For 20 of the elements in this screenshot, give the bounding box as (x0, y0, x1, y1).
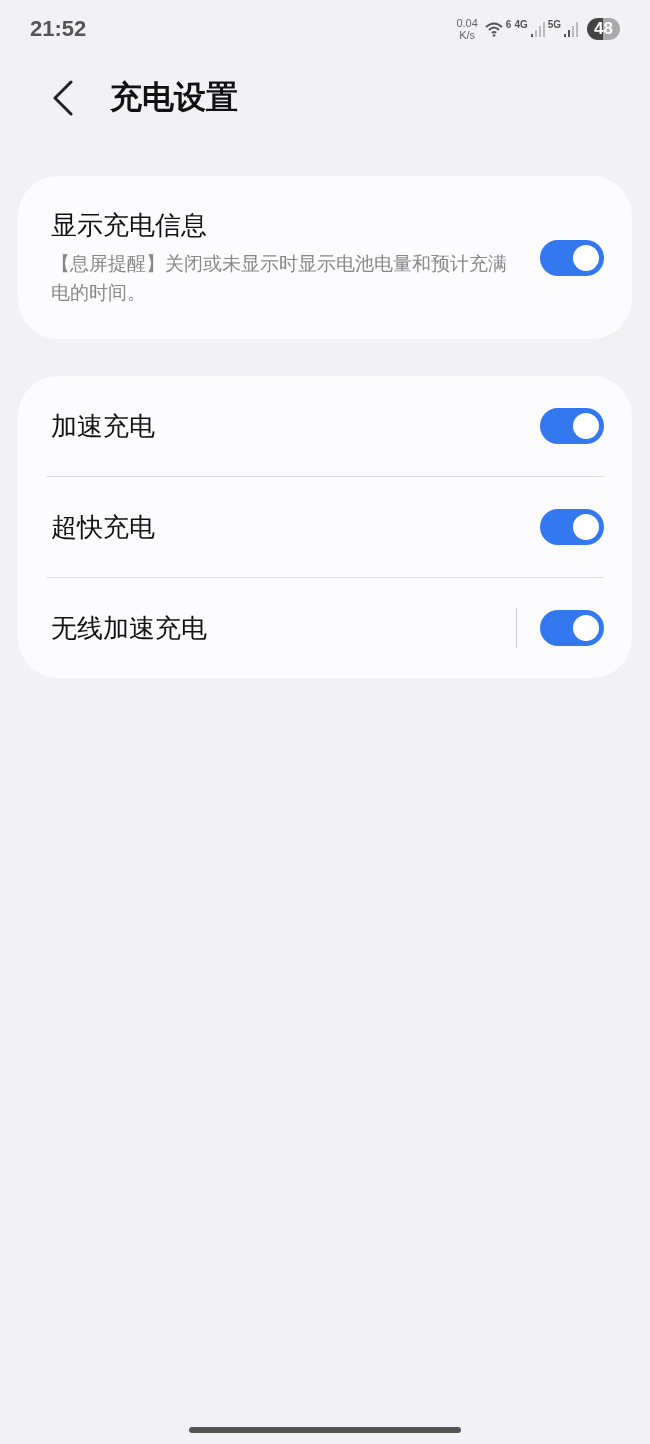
toggle-switch[interactable] (540, 239, 604, 276)
toggle-switch[interactable] (540, 509, 604, 545)
setting-label[interactable]: 加速充电 (51, 408, 540, 444)
setting-description: 【息屏提醒】关闭或未显示时显示电池电量和预计充满电的时间。 (51, 250, 508, 305)
toggle-switch[interactable] (540, 408, 604, 444)
network-type-label: 5G (547, 18, 562, 30)
status-time: 21:52 (30, 16, 87, 42)
wifi-label: 6 (505, 18, 512, 30)
network-speed-unit: K/s (459, 29, 476, 42)
setting-label[interactable]: 显示充电信息 (51, 207, 540, 243)
signal-icon (530, 21, 545, 37)
setting-label[interactable]: 无线加速充电 (51, 610, 516, 646)
toggle-switch[interactable] (540, 610, 604, 646)
network-type-label: 4G (514, 18, 528, 30)
wifi-icon (484, 21, 503, 37)
back-icon[interactable] (52, 80, 74, 116)
network-speed: 0.04 (456, 16, 478, 29)
signal-icon (564, 21, 579, 37)
page-title: 充电设置 (110, 77, 238, 118)
setting-label[interactable]: 超快充电 (51, 509, 540, 545)
